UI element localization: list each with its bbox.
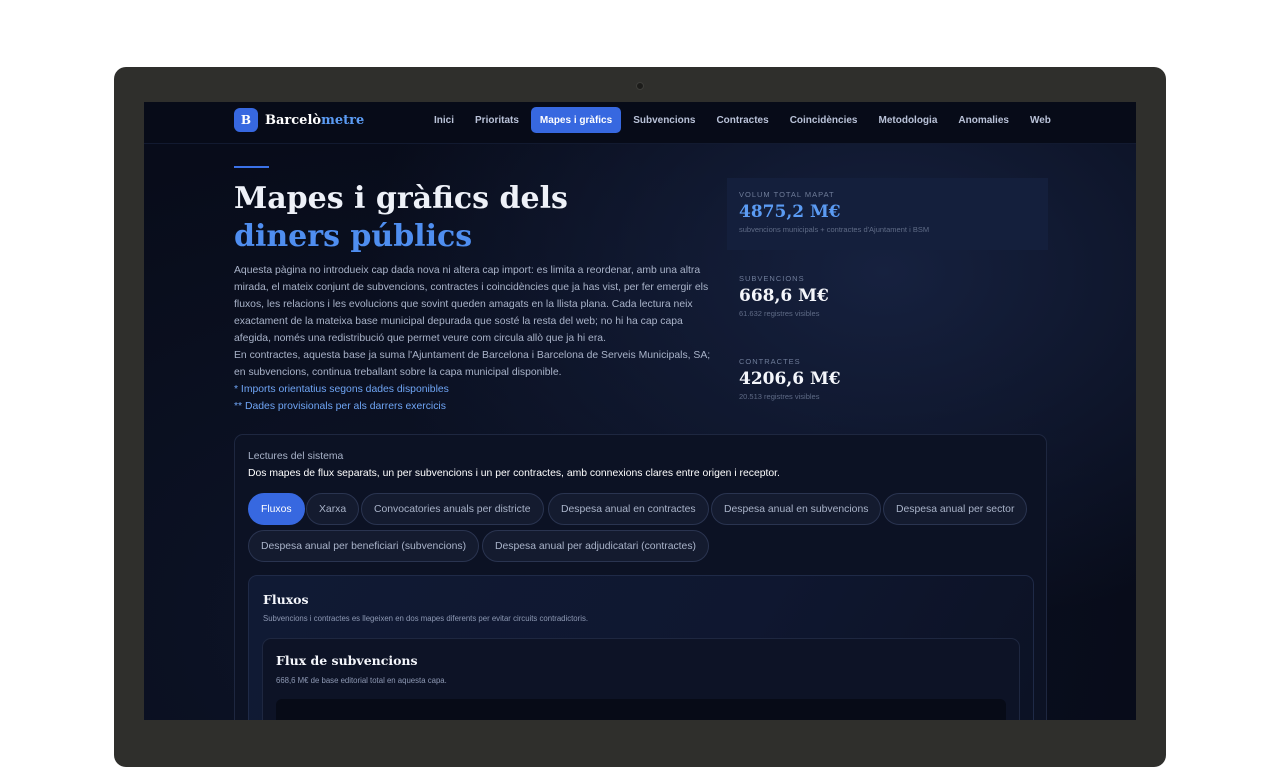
stat-contractes: CONTRACTES 4206,6 M€ 20.513 registres vi… bbox=[727, 345, 1048, 413]
hero-note-2: ** Dades provisionals per als darrers ex… bbox=[234, 401, 446, 412]
browser-screen: B Barcelòmetre Inici Prioritats Mapes i … bbox=[144, 102, 1136, 720]
page-title-main: Mapes i gràfics dels bbox=[234, 181, 568, 216]
page-title-accent: diners públics bbox=[234, 219, 473, 254]
tab-despesa-adjudicatari[interactable]: Despesa anual per adjudicatari (contract… bbox=[482, 530, 709, 562]
webcam-icon bbox=[636, 82, 644, 90]
page-title: Mapes i gràfics dels diners públics bbox=[234, 180, 674, 256]
nav-item-anomalies[interactable]: Anomalies bbox=[949, 107, 1018, 133]
subvencions-flow-title: Flux de subvencions bbox=[276, 653, 418, 668]
stat-contractes-label: CONTRACTES bbox=[739, 357, 801, 366]
hero-paragraph-1: Aquesta pàgina no introdueix cap dada no… bbox=[234, 265, 709, 344]
stat-total-value: 4875,2 M€ bbox=[739, 202, 841, 222]
nav-item-prioritats[interactable]: Prioritats bbox=[466, 107, 528, 133]
stat-total-sub: subvencions municipals + contractes d'Aj… bbox=[739, 225, 930, 234]
tab-fluxos[interactable]: Fluxos bbox=[248, 493, 305, 525]
tab-despesa-subvencions[interactable]: Despesa anual en subvencions bbox=[711, 493, 882, 525]
tab-convocatories-districte[interactable]: Convocatories anuals per districte bbox=[361, 493, 544, 525]
tab-xarxa[interactable]: Xarxa bbox=[306, 493, 360, 525]
fluxos-section-description: Subvencions i contractes es llegeixen en… bbox=[263, 614, 589, 623]
brand-name-part2: metre bbox=[321, 112, 365, 128]
hero-paragraph-2: En contractes, aquesta base ja suma l'Aj… bbox=[234, 350, 711, 378]
nav-item-contractes[interactable]: Contractes bbox=[707, 107, 777, 133]
nav-item-subvencions[interactable]: Subvencions bbox=[624, 107, 704, 133]
tab-despesa-sector[interactable]: Despesa anual per sector bbox=[883, 493, 1028, 525]
hero-note-1: * Imports orientatius segons dades dispo… bbox=[234, 384, 449, 395]
stat-contractes-sub: 20.513 registres visibles bbox=[739, 392, 820, 401]
nav-item-web[interactable]: Web bbox=[1021, 107, 1060, 133]
brand-logo-icon: B bbox=[234, 108, 258, 132]
stat-total-volume: VOLUM TOTAL MAPAT 4875,2 M€ subvencions … bbox=[727, 178, 1048, 250]
tab-despesa-beneficiari[interactable]: Despesa anual per beneficiari (subvencio… bbox=[248, 530, 480, 562]
readings-panel: Lectures del sistema Dos mapes de flux s… bbox=[234, 434, 1047, 720]
stat-total-label: VOLUM TOTAL MAPAT bbox=[739, 190, 835, 199]
tab-despesa-contractes[interactable]: Despesa anual en contractes bbox=[548, 493, 709, 525]
hero-description: Aquesta pàgina no introdueix cap dada no… bbox=[234, 262, 716, 415]
fluxos-section: Fluxos Subvencions i contractes es llege… bbox=[248, 575, 1034, 720]
stat-subvencions-label: SUBVENCIONS bbox=[739, 274, 805, 283]
stat-subvencions: SUBVENCIONS 668,6 M€ 61.632 registres vi… bbox=[727, 262, 1048, 330]
nav-menu: Inici Prioritats Mapes i gràfics Subvenc… bbox=[425, 107, 1063, 133]
subvencions-flow-card: Flux de subvencions 668,6 M€ de base edi… bbox=[262, 638, 1020, 720]
stat-subvencions-value: 668,6 M€ bbox=[739, 286, 829, 306]
nav-item-inici[interactable]: Inici bbox=[425, 107, 463, 133]
stat-subvencions-sub: 61.632 registres visibles bbox=[739, 309, 820, 318]
hero-accent-line bbox=[234, 166, 269, 168]
subvencions-flow-chart-area bbox=[276, 699, 1006, 720]
nav-item-coincidencies[interactable]: Coincidències bbox=[781, 107, 867, 133]
nav-item-metodologia[interactable]: Metodologia bbox=[870, 107, 947, 133]
top-navigation: B Barcelòmetre Inici Prioritats Mapes i … bbox=[144, 102, 1136, 144]
fluxos-section-title: Fluxos bbox=[263, 592, 309, 607]
panel-kicker: Lectures del sistema bbox=[248, 451, 344, 462]
panel-description: Dos mapes de flux separats, un per subve… bbox=[248, 468, 780, 479]
stat-contractes-value: 4206,6 M€ bbox=[739, 369, 841, 389]
brand-name-part1: Barcelò bbox=[265, 112, 322, 128]
brand-logo-link[interactable]: B Barcelòmetre bbox=[234, 108, 364, 132]
nav-item-mapes-i-grafics[interactable]: Mapes i gràfics bbox=[530, 107, 622, 133]
subvencions-flow-description: 668,6 M€ de base editorial total en aque… bbox=[276, 676, 447, 685]
brand-name: Barcelòmetre bbox=[265, 113, 364, 128]
